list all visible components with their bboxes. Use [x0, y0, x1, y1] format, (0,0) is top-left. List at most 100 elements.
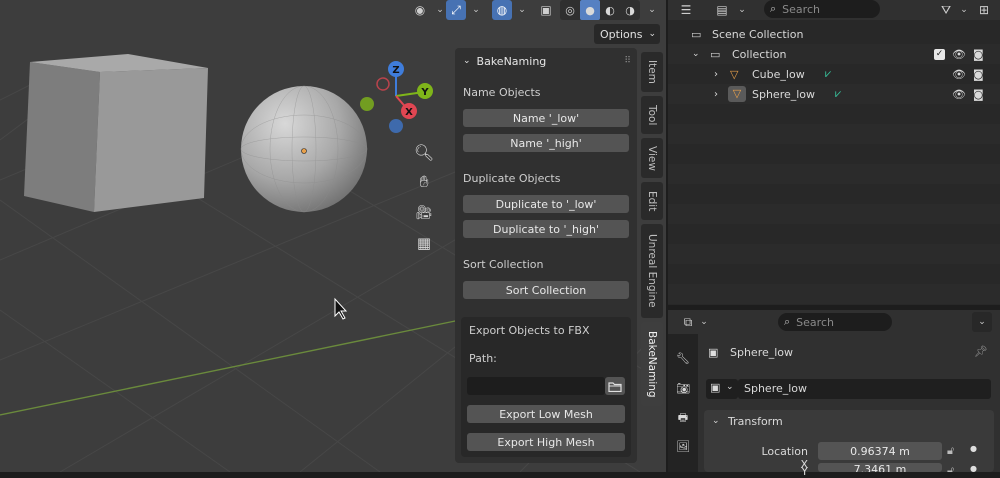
scene-collection-label: Scene Collection — [712, 27, 804, 41]
export-low-mesh-button[interactable]: Export Low Mesh — [467, 405, 625, 423]
gizmo-toggle-icon[interactable]: ⤢ — [446, 0, 466, 20]
tab-item[interactable]: Item — [641, 52, 663, 92]
mesh-object-icon: ▽ — [728, 86, 746, 102]
panel-header[interactable]: ⌄ BakeNaming ⠿ — [455, 48, 637, 74]
tab-unreal-engine[interactable]: Unreal Engine — [641, 224, 663, 318]
location-y-field[interactable]: 7.3461 m — [818, 463, 942, 472]
rendered-shading-icon[interactable]: ◑ — [620, 0, 640, 20]
panel-title: BakeNaming — [476, 54, 547, 68]
tab-edit[interactable]: Edit — [641, 182, 663, 220]
outliner-header: ☰ ▤ ⌄ ⌕ Search ⛛ ⌄ ⊞ — [668, 0, 1000, 20]
exclude-checkbox[interactable]: ✓ — [934, 48, 945, 60]
cube-object — [24, 54, 208, 212]
name-low-button[interactable]: Name '_low' — [463, 109, 629, 127]
options-chevron-icon[interactable]: ⌄ — [972, 312, 992, 332]
chevron-down-icon[interactable]: ⌄ — [732, 0, 752, 20]
chevron-down-icon[interactable]: ⌄ — [694, 312, 714, 332]
collapse-chevron-icon[interactable]: ⌄ — [463, 56, 471, 66]
location-x-field[interactable]: 0.96374 m — [818, 442, 942, 460]
solid-shading-icon[interactable]: ● — [580, 0, 600, 20]
pin-icon[interactable]: 📌︎ — [974, 345, 988, 358]
eye-icon[interactable]: 👁︎ — [952, 48, 966, 61]
options-dropdown[interactable]: Options ⌄ — [594, 24, 660, 44]
eye-icon[interactable]: 👁︎ — [952, 68, 966, 81]
tab-tool[interactable]: Tool — [641, 96, 663, 134]
tab-bakenaming[interactable]: BakeNaming — [641, 322, 663, 406]
view-layer-tab-icon[interactable]: 🖼︎ — [671, 434, 695, 458]
chevron-down-icon[interactable]: ⌄ — [954, 0, 974, 20]
overlays-toggle-icon[interactable]: ◍ — [492, 0, 512, 20]
neg-z-axis-handle — [389, 119, 403, 133]
duplicate-low-button[interactable]: Duplicate to '_low' — [463, 195, 629, 213]
chevron-down-icon[interactable]: ⌄ — [466, 0, 486, 20]
xray-toggle-icon[interactable]: ▣ — [536, 0, 556, 20]
object-name-label: Sphere_low — [730, 346, 794, 359]
wireframe-shading-icon[interactable]: ◎ — [560, 0, 580, 20]
search-icon: ⌕ — [784, 315, 791, 328]
path-field[interactable] — [467, 377, 605, 395]
outliner-empty-row — [668, 244, 1000, 264]
editor-type-icon[interactable]: ☰ — [676, 0, 696, 20]
properties-search-input[interactable]: ⌕ Search — [778, 313, 892, 331]
name-high-button[interactable]: Name '_high' — [463, 134, 629, 152]
camera-render-icon[interactable]: ◙ — [973, 48, 984, 61]
object-name-field[interactable]: Sphere_low — [738, 379, 991, 399]
camera-render-icon[interactable]: ◙ — [973, 68, 984, 81]
folder-browse-icon[interactable] — [605, 377, 625, 395]
eye-icon[interactable]: 👁︎ — [952, 88, 966, 101]
chevron-right-icon[interactable]: › — [714, 89, 718, 100]
search-icon: ⌕ — [770, 2, 777, 15]
view-visibility-icon[interactable]: ◉ — [410, 0, 430, 20]
outliner-row-collection[interactable]: ⌄ ▭ Collection ✓ 👁︎ ◙ — [668, 44, 1000, 64]
filter-icon[interactable]: ⛛ — [936, 0, 956, 20]
chevron-right-icon[interactable]: › — [714, 69, 718, 80]
sort-collection-button[interactable]: Sort Collection — [463, 281, 629, 299]
outliner-search-input[interactable]: ⌕ Search — [764, 0, 880, 18]
outliner-empty-row — [668, 184, 1000, 204]
search-placeholder: Search — [796, 315, 834, 329]
chevron-down-icon: ⌄ — [726, 382, 734, 392]
sort-collection-label: Sort Collection — [463, 258, 544, 271]
render-tab-icon[interactable]: 📷︎ — [671, 376, 695, 400]
camera-view-icon[interactable]: 🎥︎ — [412, 201, 436, 225]
perspective-grid-icon[interactable]: ▦ — [412, 231, 436, 255]
x-axis-line — [0, 319, 461, 416]
object-icon: ▣ — [708, 346, 719, 359]
display-mode-icon[interactable]: ▤ — [712, 0, 732, 20]
navigation-gizmo[interactable]: Z Y X — [354, 58, 436, 140]
camera-render-icon[interactable]: ◙ — [973, 88, 984, 101]
duplicate-high-button[interactable]: Duplicate to '_high' — [463, 220, 629, 238]
object-type-dropdown[interactable]: ▣ ⌄ — [706, 379, 738, 399]
sidebar-tabs: Item Tool View Edit Unreal Engine BakeNa… — [641, 48, 663, 408]
outliner-empty-row — [668, 124, 1000, 144]
chevron-down-icon[interactable]: ⌄ — [642, 0, 662, 20]
export-high-mesh-button[interactable]: Export High Mesh — [467, 433, 625, 451]
outliner-row-scene-collection[interactable]: ▭ Scene Collection — [668, 24, 1000, 44]
material-shading-icon[interactable]: ◐ — [600, 0, 620, 20]
outliner-empty-row — [668, 104, 1000, 124]
keyframe-dot-icon[interactable]: ● — [970, 444, 977, 453]
output-tab-icon[interactable]: 🖶︎ — [671, 406, 695, 430]
tab-view[interactable]: View — [641, 138, 663, 178]
pan-hand-icon[interactable]: ✋︎ — [412, 170, 436, 194]
chevron-down-icon[interactable]: ⌄ — [692, 49, 700, 59]
outliner-row-object[interactable]: › ▽ Sphere_low ⩗ 👁︎ ◙ — [668, 84, 1000, 104]
mesh-data-icon[interactable]: ⩗ — [825, 67, 831, 81]
mesh-data-icon[interactable]: ⩗ — [835, 87, 841, 101]
transform-label: Transform — [728, 415, 783, 428]
chevron-down-icon[interactable]: ⌄ — [512, 0, 532, 20]
tool-tab-icon[interactable]: 🔧︎ — [671, 346, 695, 370]
mouse-cursor — [334, 297, 348, 320]
zoom-icon[interactable]: 🔍︎ — [412, 140, 436, 164]
outliner-row-object[interactable]: › ▽ Cube_low ⩗ 👁︎ ◙ — [668, 64, 1000, 84]
outliner-empty-row — [668, 224, 1000, 244]
collapse-chevron-icon[interactable]: ⌄ — [712, 416, 720, 426]
path-label: Path: — [469, 352, 497, 365]
new-collection-icon[interactable]: ⊞ — [974, 0, 994, 20]
lock-icon[interactable]: 🔓︎ — [947, 464, 954, 472]
outliner-editor: ☰ ▤ ⌄ ⌕ Search ⛛ ⌄ ⊞ ▭ Scene Collection … — [668, 0, 1000, 305]
properties-tabs: 🔧︎ 📷︎ 🖶︎ 🖼︎ — [668, 334, 698, 472]
outliner-empty-row — [668, 204, 1000, 224]
drag-handle-icon[interactable]: ⠿ — [624, 56, 631, 66]
lock-icon[interactable]: 🔓︎ — [947, 444, 954, 458]
